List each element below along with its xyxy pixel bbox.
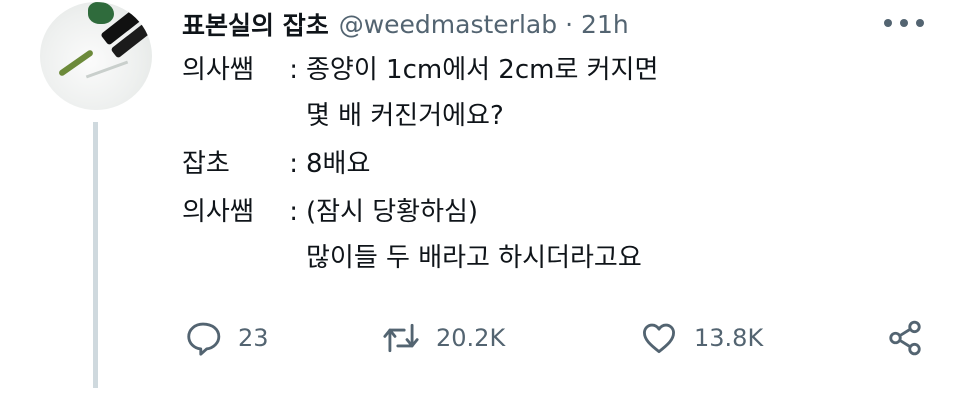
speaker-colon: : [289, 197, 298, 227]
dialogue-text: 종양이 1cm에서 2cm로 커지면 [306, 55, 659, 85]
share-icon [889, 320, 921, 356]
dialogue-line: 의사쌤: (잠시 당황하심) 많이들 두 배라고 하시더라고요 [182, 194, 658, 276]
dialogue-text: 8배요 [306, 149, 371, 179]
dialogue-line: 잡초: 8배요 [182, 146, 658, 182]
avatar[interactable] [40, 2, 152, 110]
dialogue-text: 몇 배 커진거에요? [306, 101, 504, 131]
dialogue-line: 의사쌤: 종양이 1cm에서 2cm로 커지면 몇 배 커진거에요? [182, 52, 658, 134]
dialogue-text: (잠시 당황하심) [306, 197, 479, 227]
tweet-header: 표본실의 잡초 @weedmasterlab · 21h [182, 4, 629, 44]
display-name[interactable]: 표본실의 잡초 [182, 6, 329, 42]
like-button[interactable]: 13.8K [640, 316, 763, 360]
retweet-button[interactable]: 20.2K [382, 316, 505, 360]
avatar-stem [85, 60, 129, 79]
retweet-icon [383, 323, 419, 353]
retweet-count: 20.2K [436, 324, 506, 352]
dialogue-text: 많이들 두 배라고 하시더라고요 [306, 243, 642, 273]
speaker-label: 의사쌤 [182, 197, 254, 227]
ellipsis-icon [884, 19, 892, 27]
speaker-label: 의사쌤 [182, 55, 254, 85]
user-handle[interactable]: @weedmasterlab [339, 10, 557, 39]
speaker-colon: : [289, 55, 298, 85]
speaker-label: 잡초 [182, 149, 230, 179]
timestamp[interactable]: 21h [581, 10, 629, 39]
separator-dot: · [565, 9, 574, 39]
heart-icon [643, 323, 675, 354]
speaker-colon: : [289, 149, 298, 179]
reply-count: 23 [238, 324, 269, 352]
action-bar: 23 20.2K 13.8K [0, 316, 966, 360]
like-count: 13.8K [694, 324, 764, 352]
ellipsis-icon [916, 19, 924, 27]
more-options-button[interactable] [884, 10, 924, 36]
avatar-sprout [57, 49, 95, 77]
ellipsis-icon [900, 19, 908, 27]
avatar-leaf [88, 2, 114, 24]
tweet-text: 의사쌤: 종양이 1cm에서 2cm로 커지면 몇 배 커진거에요? 잡초: 8… [182, 52, 658, 276]
reply-button[interactable]: 23 [184, 316, 269, 360]
reply-icon [187, 322, 221, 356]
share-button[interactable] [886, 316, 924, 360]
